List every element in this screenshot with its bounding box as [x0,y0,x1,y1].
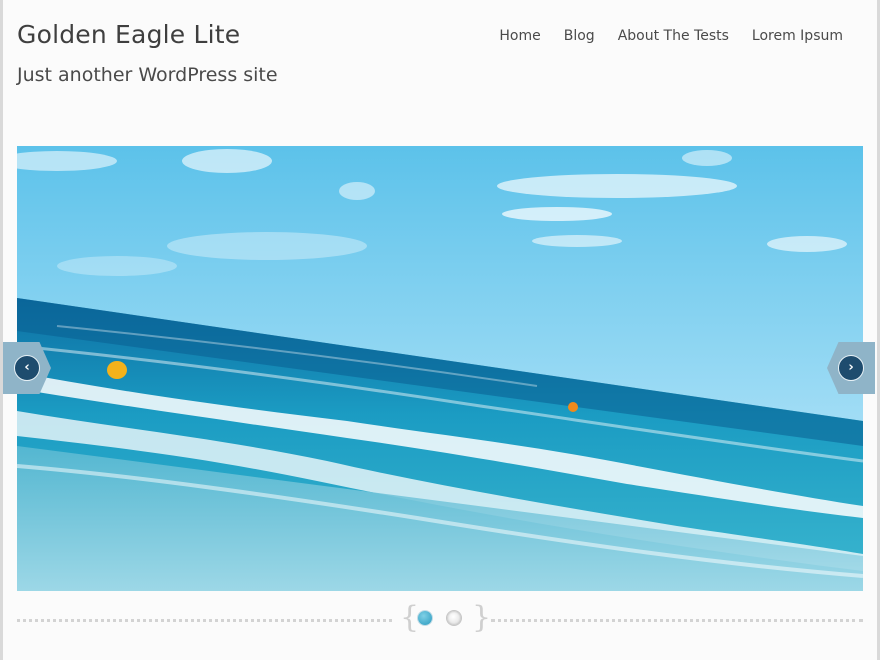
site-description: Just another WordPress site [17,64,278,86]
left-brace-icon: { [400,600,420,635]
right-brace-icon: } [472,600,492,635]
slider-prev-button[interactable]: ‹ [3,342,51,394]
site-title[interactable]: Golden Eagle Lite [17,20,240,49]
slider-pagination: { } [17,600,863,635]
nav-item-blog[interactable]: Blog [564,28,595,44]
main-navigation: Home Blog About The Tests Lorem Ipsum [499,28,843,44]
slide-dot-2[interactable] [447,611,461,625]
chevron-left-icon: ‹ [14,355,40,381]
nav-item-lorem-ipsum[interactable]: Lorem Ipsum [752,28,843,44]
pager-divider-right [491,619,863,622]
slider-next-button[interactable]: › [827,342,875,394]
pager-divider-left [17,619,392,622]
slider-image[interactable] [17,146,863,591]
nav-item-about-the-tests[interactable]: About The Tests [618,28,729,44]
chevron-right-icon: › [838,355,864,381]
page: Golden Eagle Lite Just another WordPress… [3,0,877,660]
slide-dot-1[interactable] [418,611,432,625]
nav-item-home[interactable]: Home [499,28,540,44]
beach-photo [17,146,863,591]
